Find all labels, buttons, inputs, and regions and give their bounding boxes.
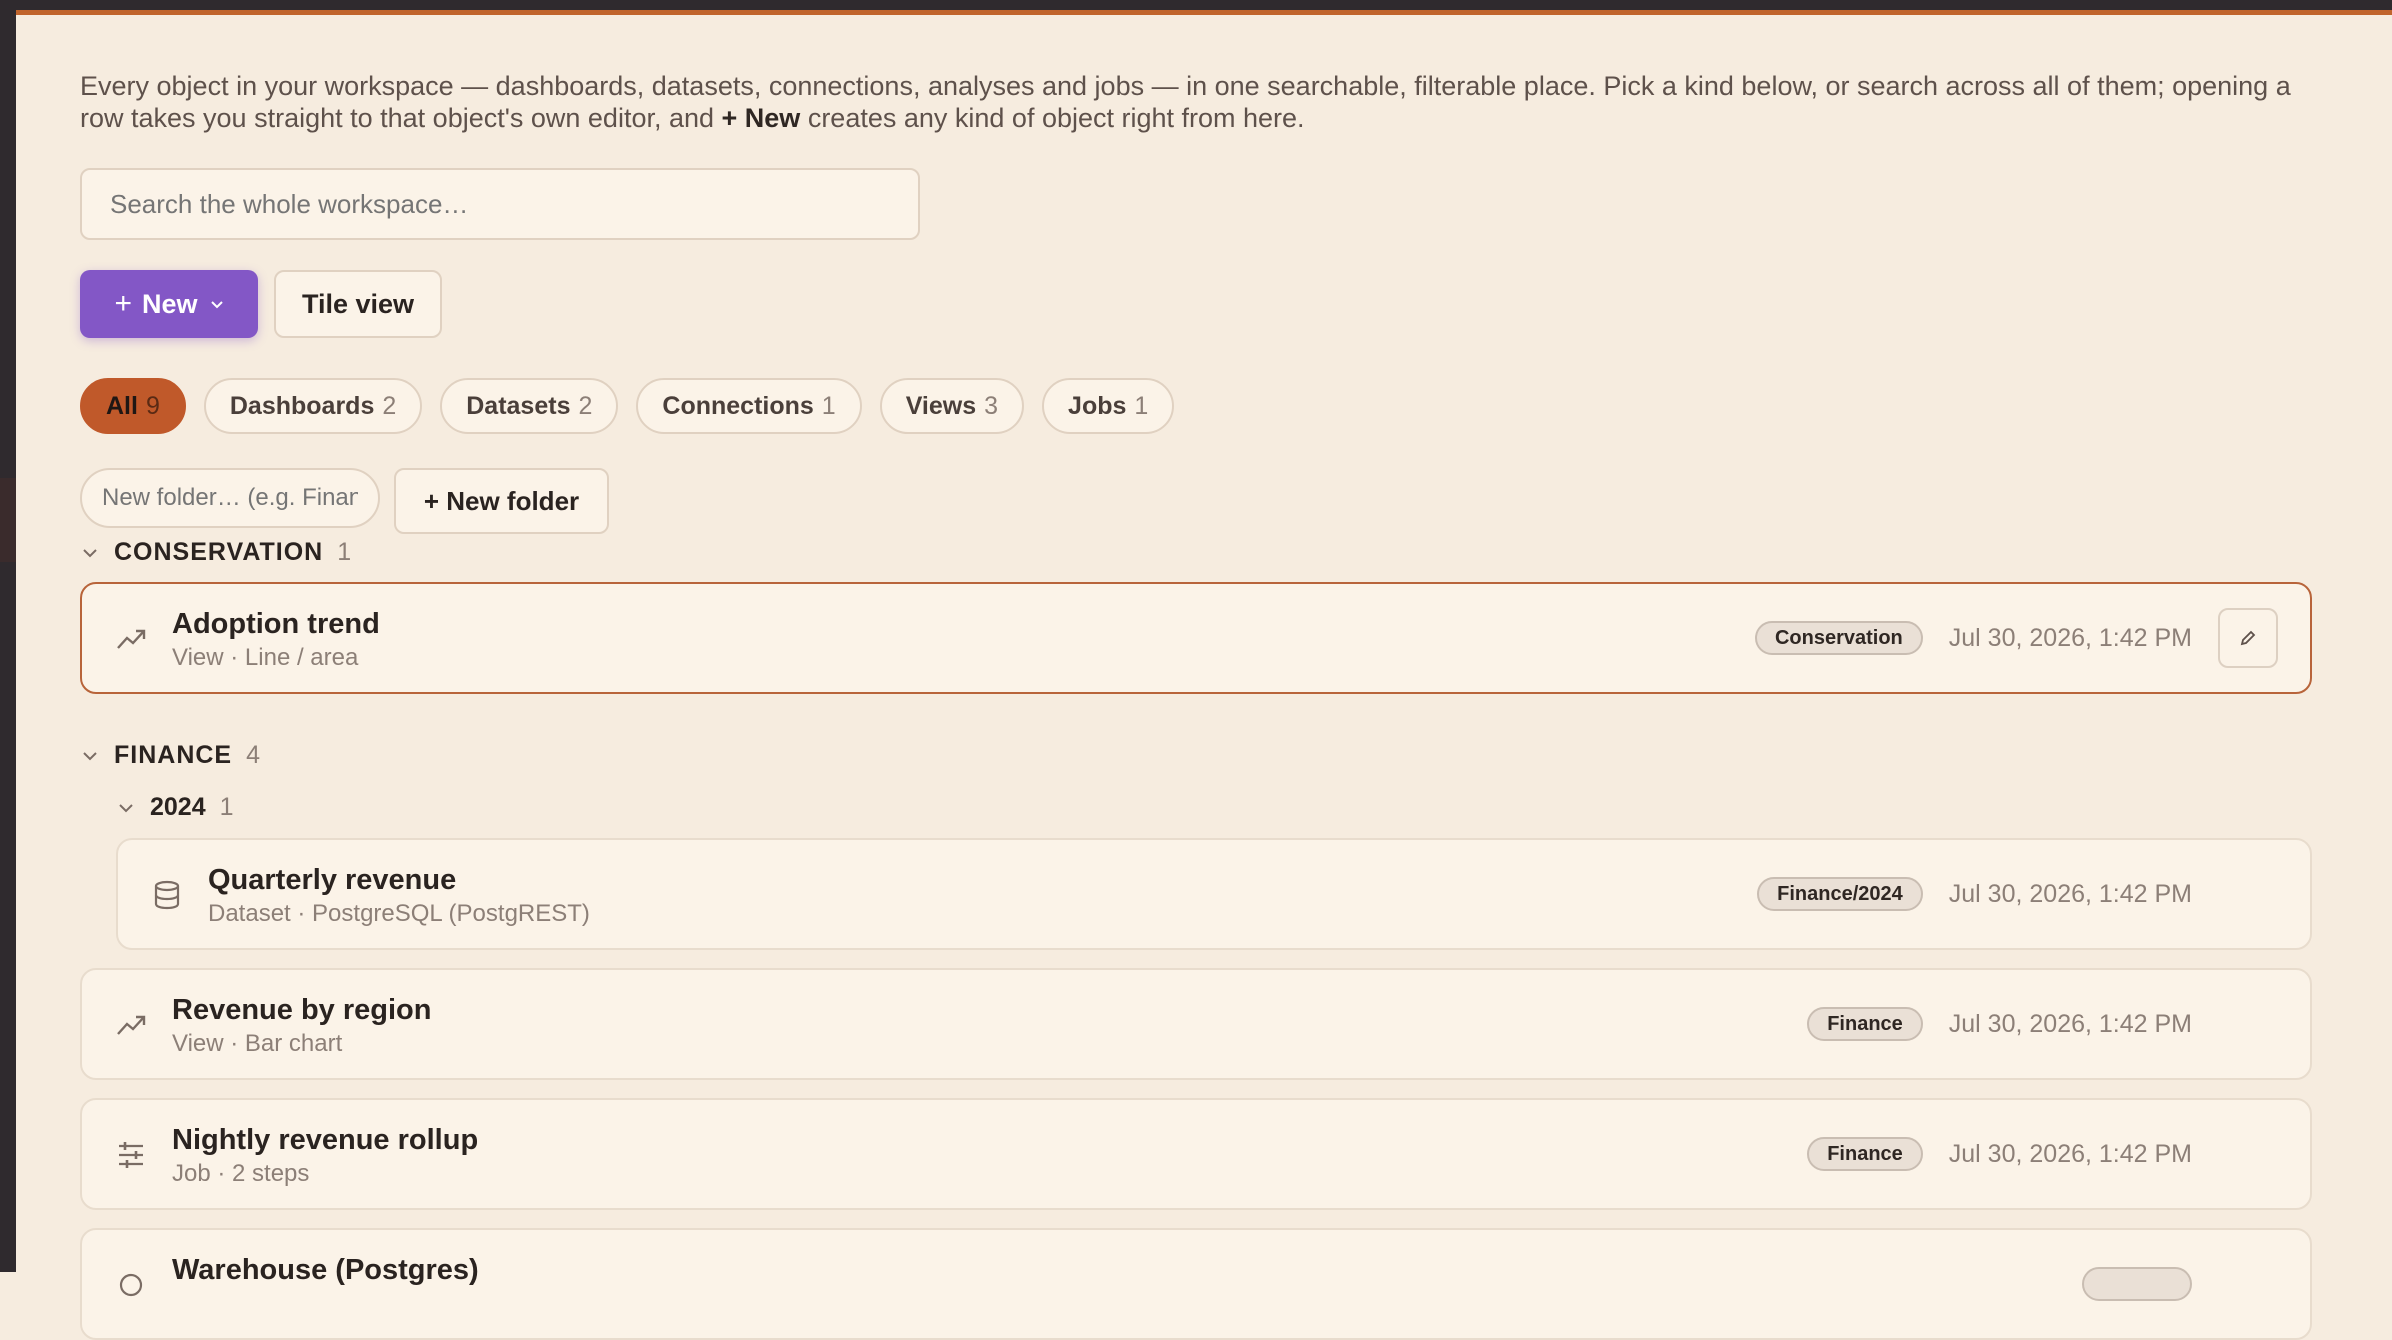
- item-title: Revenue by region: [172, 994, 432, 1026]
- item-subtitle: Dataset · PostgreSQL (PostgREST): [208, 900, 590, 927]
- trend-icon: [117, 629, 146, 649]
- window-top-bar: [0, 0, 2392, 10]
- chevron-down-icon: [210, 301, 223, 309]
- new-button[interactable]: + New: [80, 270, 258, 338]
- item-title: Nightly revenue rollup: [172, 1124, 479, 1156]
- filter-chip-connections[interactable]: Connections 1: [636, 378, 862, 434]
- intro-new-highlight: + New: [721, 103, 801, 133]
- folder-tag: [2082, 1267, 2192, 1301]
- workspace-search-input[interactable]: [80, 168, 920, 240]
- item-title: Adoption trend: [172, 608, 380, 640]
- chip-count: 2: [578, 391, 593, 420]
- database-icon: [154, 880, 180, 910]
- item-title: Warehouse (Postgres): [172, 1254, 479, 1286]
- group-count: 1: [337, 538, 352, 566]
- item-meta: Finance Jul 30, 2026, 1:42 PM: [1807, 970, 2192, 1078]
- left-edge-rail: [0, 0, 16, 1272]
- chip-count: 9: [145, 391, 160, 420]
- item-title: Quarterly revenue: [208, 864, 457, 896]
- chip-count: 3: [984, 391, 999, 420]
- item-meta: Finance Jul 30, 2026, 1:42 PM: [1807, 1100, 2192, 1208]
- filter-chip-views[interactable]: Views 3: [879, 378, 1025, 434]
- item-date: Jul 30, 2026, 1:42 PM: [1948, 1009, 2192, 1038]
- top-accent-line: [16, 10, 2392, 15]
- folder-tag: Finance: [1807, 1137, 1923, 1171]
- group-count: 4: [246, 741, 261, 769]
- new-folder-button[interactable]: + New folder: [394, 468, 609, 534]
- folder-tag: Finance/2024: [1757, 877, 1923, 911]
- chip-label: Connections: [662, 391, 814, 420]
- item-date: Jul 30, 2026, 1:42 PM: [1948, 623, 2192, 652]
- sliders-icon: [119, 1142, 143, 1168]
- group-name: CONSERVATION: [114, 538, 324, 566]
- item-meta: Finance/2024 Jul 30, 2026, 1:42 PM: [1757, 840, 2192, 948]
- list-item[interactable]: Quarterly revenue Dataset · PostgreSQL (…: [116, 838, 2312, 950]
- group-header-finance[interactable]: FINANCE 4: [80, 741, 260, 770]
- list-item[interactable]: Warehouse (Postgres): [80, 1228, 2312, 1340]
- item-subtitle: Job · 2 steps: [172, 1160, 310, 1187]
- item-date: Jul 30, 2026, 1:42 PM: [1948, 879, 2192, 908]
- new-folder-input[interactable]: [80, 468, 380, 528]
- chevron-down-icon: [119, 803, 133, 812]
- connection-icon: [119, 1273, 143, 1297]
- tile-view-label: Tile view: [301, 288, 415, 319]
- item-meta: [2082, 1230, 2192, 1338]
- chevron-down-icon: [83, 751, 97, 760]
- chip-count: 2: [382, 391, 397, 420]
- toolbar: + New Tile view: [80, 270, 442, 338]
- filter-chip-jobs[interactable]: Jobs 1: [1042, 378, 1175, 434]
- new-folder-label: + New folder: [423, 485, 580, 516]
- group-count: 1: [219, 793, 234, 821]
- folder-create-row: + New folder: [80, 468, 609, 534]
- list-item[interactable]: Nightly revenue rollup Job · 2 steps Fin…: [80, 1098, 2312, 1210]
- kind-filter-chips: All 9 Dashboards 2 Datasets 2 Connections 1 …: [80, 378, 1175, 434]
- group-name: FINANCE: [114, 741, 233, 769]
- chip-count: 1: [1134, 391, 1149, 420]
- workspace-content: Every object in your workspace — dashboa…: [80, 70, 2312, 1340]
- chip-label: Jobs: [1068, 391, 1127, 420]
- filter-chip-all[interactable]: All 9: [80, 378, 186, 434]
- rail-indicator: [0, 478, 16, 562]
- item-meta: Conservation Jul 30, 2026, 1:42 PM: [1754, 584, 2192, 692]
- intro-text-end: creates any kind of object right from he…: [800, 103, 1305, 133]
- chip-label: Views: [905, 391, 977, 420]
- plus-icon: +: [114, 287, 132, 320]
- folder-tag: Finance: [1807, 1007, 1923, 1041]
- item-date: Jul 30, 2026, 1:42 PM: [1948, 1139, 2192, 1168]
- app-frame: Every object in your workspace — dashboa…: [0, 0, 2392, 1340]
- edit-button[interactable]: [2218, 608, 2278, 668]
- filter-chip-dashboards[interactable]: Dashboards 2: [203, 378, 423, 434]
- chip-label: Datasets: [466, 391, 571, 420]
- chip-label: All: [106, 391, 138, 420]
- group-header-conservation[interactable]: CONSERVATION 1: [80, 538, 351, 567]
- new-button-label: New: [142, 288, 198, 319]
- folder-tag: Conservation: [1754, 621, 1923, 655]
- pencil-icon: [2240, 630, 2256, 646]
- list-item[interactable]: Adoption trend View · Line / area Conser…: [80, 582, 2312, 694]
- item-subtitle: View · Line / area: [172, 644, 359, 671]
- filter-chip-datasets[interactable]: Datasets 2: [440, 378, 619, 434]
- tile-view-button[interactable]: Tile view: [274, 270, 442, 338]
- chip-count: 1: [821, 391, 836, 420]
- subgroup-header-2024[interactable]: 2024 1: [116, 793, 234, 822]
- item-subtitle: View · Bar chart: [172, 1030, 343, 1057]
- group-name: 2024: [150, 793, 206, 821]
- chip-label: Dashboards: [229, 391, 375, 420]
- chevron-down-icon: [83, 548, 97, 557]
- intro-text: Every object in your workspace — dashboa…: [80, 70, 2312, 134]
- list-item[interactable]: Revenue by region View · Bar chart Finan…: [80, 968, 2312, 1080]
- trend-icon: [117, 1015, 146, 1035]
